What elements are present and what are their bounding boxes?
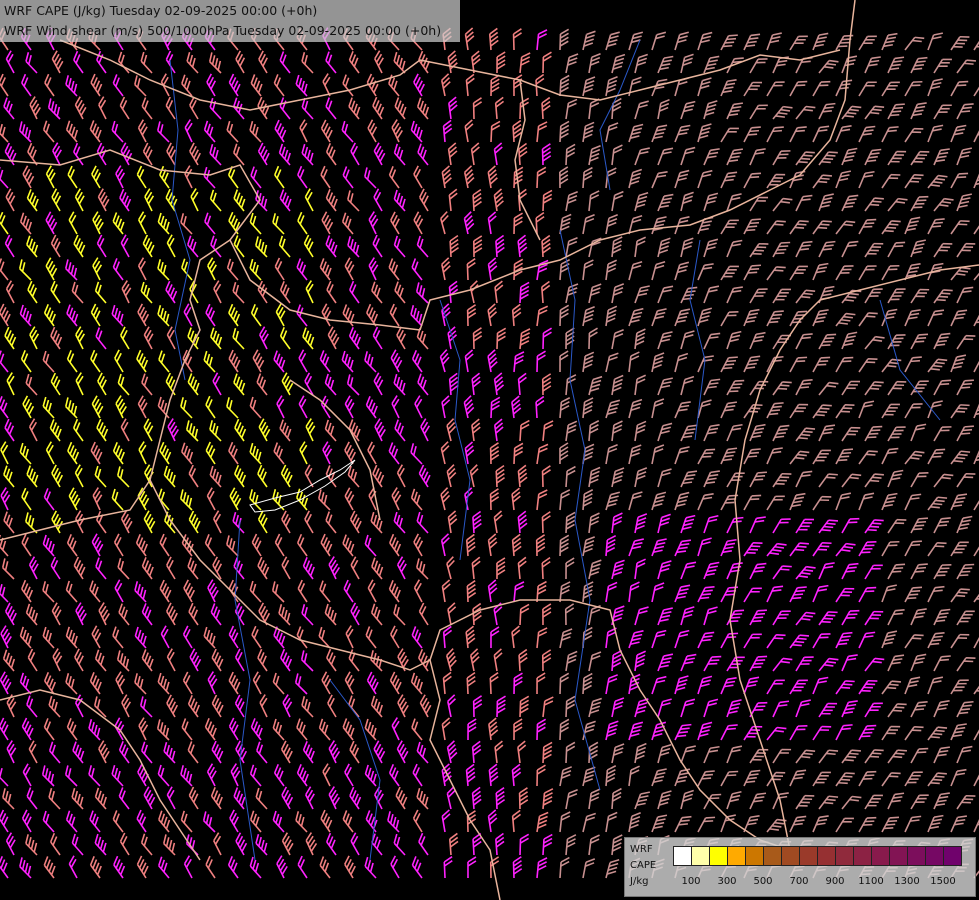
legend-swatch — [907, 846, 926, 866]
legend-tick: 1300 — [894, 876, 920, 887]
legend-swatch — [817, 846, 836, 866]
legend-swatch — [745, 846, 764, 866]
legend-tick: 900 — [825, 876, 845, 887]
wind-shear-map — [0, 0, 979, 900]
legend-swatch — [871, 846, 890, 866]
legend-swatch — [673, 846, 692, 866]
cape-title: WRF CAPE (J/kg) Tuesday 02-09-2025 00:00… — [4, 3, 318, 18]
legend-swatch — [925, 846, 944, 866]
legend-tick: 500 — [753, 876, 773, 887]
legend-field-label: CAPE — [630, 860, 657, 871]
legend-tick: 1100 — [858, 876, 884, 887]
legend-tick: 700 — [789, 876, 809, 887]
legend-model-label: WRF — [630, 844, 653, 855]
cape-legend: WRF CAPE J/kg 100 300 500 700 900 1100 1300 150… — [624, 837, 976, 897]
legend-tick: 1500 — [930, 876, 956, 887]
legend-swatch — [889, 846, 908, 866]
legend-swatch — [727, 846, 746, 866]
legend-tick: 100 — [681, 876, 701, 887]
wind-shear-title: WRF Wind shear (m/s) 500/1000hPa Tuesday… — [4, 23, 442, 38]
legend-tick: 300 — [717, 876, 737, 887]
legend-swatch — [763, 846, 782, 866]
legend-swatch — [943, 846, 962, 866]
legend-swatch — [799, 846, 818, 866]
legend-unit-label: J/kg — [630, 876, 649, 887]
legend-swatch — [709, 846, 728, 866]
legend-swatch — [691, 846, 710, 866]
legend-swatch — [781, 846, 800, 866]
legend-swatch — [853, 846, 872, 866]
map-title-box: WRF CAPE (J/kg) Tuesday 02-09-2025 00:00… — [0, 0, 460, 42]
legend-swatch — [835, 846, 854, 866]
